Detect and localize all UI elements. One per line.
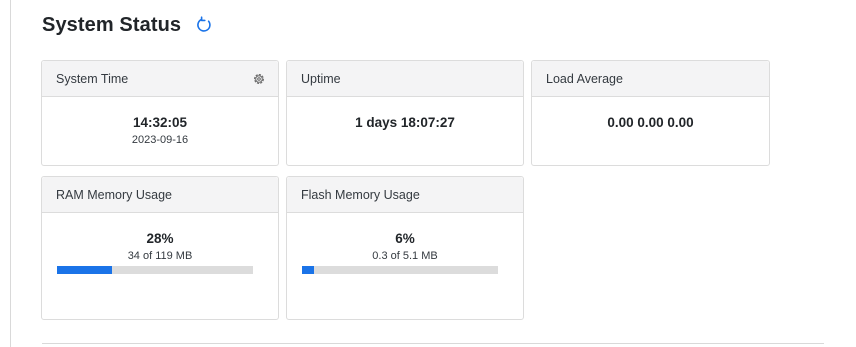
- ram-usage-card-body: 28% 34 of 119 MB: [42, 231, 278, 274]
- load-average-value: 0.00 0.00 0.00: [607, 115, 694, 130]
- flash-usage-card-header: Flash Memory Usage: [287, 177, 523, 213]
- flash-usage-card: Flash Memory Usage 6% 0.3 of 5.1 MB: [286, 176, 524, 320]
- page-header: System Status: [42, 12, 213, 38]
- system-time-value: 14:32:05: [132, 115, 188, 130]
- ram-usage-percent: 28%: [146, 231, 174, 246]
- ram-usage-bar-fill: [57, 266, 112, 274]
- load-average-card-header: Load Average: [532, 61, 769, 97]
- system-time-card-title: System Time: [56, 71, 129, 86]
- flash-usage-card-title: Flash Memory Usage: [301, 187, 420, 202]
- refresh-icon[interactable]: [195, 16, 213, 34]
- ram-usage-card-title: RAM Memory Usage: [56, 187, 172, 202]
- flash-usage-card-body: 6% 0.3 of 5.1 MB: [287, 231, 523, 274]
- ram-usage-card: RAM Memory Usage 28% 34 of 119 MB: [41, 176, 279, 320]
- uptime-value: 1 days 18:07:27: [355, 115, 455, 130]
- system-status-page: System Status System Time 14:32:05 2023-…: [0, 0, 856, 347]
- load-average-card: Load Average 0.00 0.00 0.00: [531, 60, 770, 166]
- ram-usage-bar: [57, 266, 253, 274]
- uptime-card-body: 1 days 18:07:27: [287, 115, 523, 130]
- load-average-card-title: Load Average: [546, 71, 623, 86]
- uptime-card: Uptime 1 days 18:07:27: [286, 60, 524, 166]
- page-title: System Status: [42, 13, 182, 36]
- ram-usage-detail: 34 of 119 MB: [127, 250, 193, 262]
- gear-icon[interactable]: [252, 72, 266, 86]
- load-average-card-body: 0.00 0.00 0.00: [532, 115, 769, 130]
- system-date-value: 2023-09-16: [131, 134, 189, 146]
- uptime-card-header: Uptime: [287, 61, 523, 97]
- left-divider: [10, 0, 11, 347]
- flash-usage-bar-fill: [302, 266, 314, 274]
- system-time-card-header: System Time: [42, 61, 278, 97]
- flash-usage-detail: 0.3 of 5.1 MB: [372, 250, 438, 262]
- flash-usage-bar: [302, 266, 498, 274]
- flash-usage-percent: 6%: [395, 231, 415, 246]
- system-time-card-body: 14:32:05 2023-09-16: [42, 115, 278, 146]
- system-time-card: System Time 14:32:05 2023-09-16: [41, 60, 279, 166]
- bottom-divider: [42, 343, 824, 344]
- ram-usage-card-header: RAM Memory Usage: [42, 177, 278, 213]
- uptime-card-title: Uptime: [301, 71, 341, 86]
